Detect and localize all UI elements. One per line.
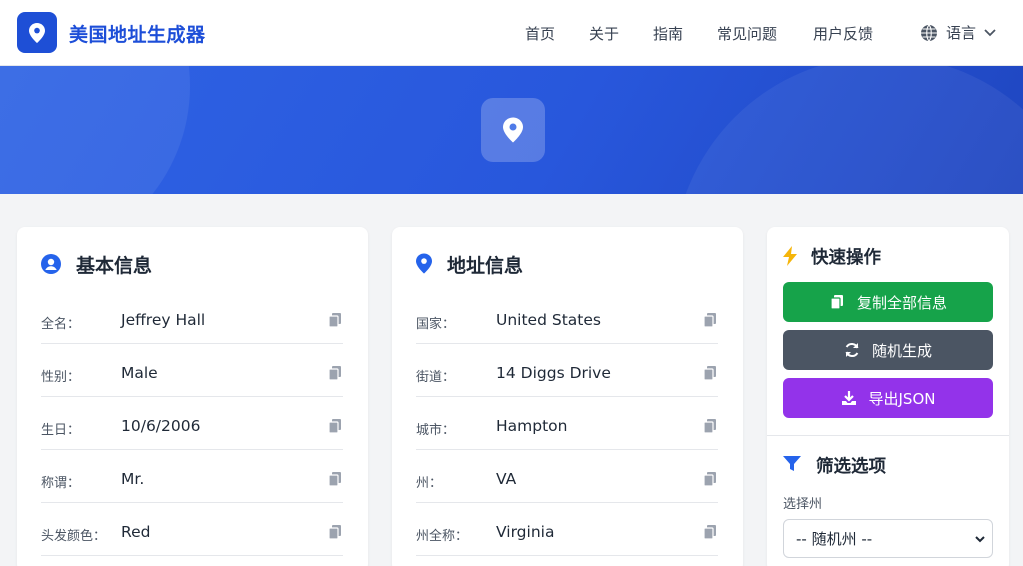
copy-icon[interactable] bbox=[327, 418, 343, 434]
download-icon bbox=[841, 391, 856, 405]
field-value: 14 Diggs Drive bbox=[496, 364, 611, 382]
info-row: 生日： 10/6/2006 bbox=[41, 397, 343, 450]
info-row: 街道： 14 Diggs Drive bbox=[416, 344, 718, 397]
refresh-icon bbox=[845, 342, 859, 358]
field-value: VA bbox=[496, 470, 517, 488]
info-row: 全名： Jeffrey Hall bbox=[41, 291, 343, 344]
copy-icon[interactable] bbox=[327, 524, 343, 540]
field-value: 10/6/2006 bbox=[121, 417, 201, 435]
hero-decoration bbox=[0, 66, 190, 194]
info-row: 头发颜色： Red bbox=[41, 503, 343, 556]
bolt-icon bbox=[783, 246, 797, 266]
state-select-value: -- 随机州 -- bbox=[796, 530, 873, 548]
field-label: 城市： bbox=[416, 423, 456, 438]
nav-feedback[interactable]: 用户反馈 bbox=[813, 23, 873, 44]
hero-decoration bbox=[673, 66, 1023, 194]
field-label: 生日： bbox=[41, 423, 81, 438]
field-label: 性别： bbox=[41, 370, 81, 385]
field-value: Hampton bbox=[496, 417, 568, 435]
filters-title: 筛选选项 bbox=[816, 457, 886, 477]
copy-icon[interactable] bbox=[702, 365, 718, 381]
field-label: 国家： bbox=[416, 317, 456, 332]
copy-icon[interactable] bbox=[702, 418, 718, 434]
copy-icon[interactable] bbox=[327, 312, 343, 328]
field-value: Mr. bbox=[121, 470, 145, 488]
export-json-button[interactable]: 导出JSON bbox=[783, 378, 993, 418]
map-pin-icon bbox=[503, 117, 523, 143]
language-selector[interactable]: 语言 bbox=[920, 22, 996, 43]
copy-icon[interactable] bbox=[702, 471, 718, 487]
state-select-label: 选择州 bbox=[783, 497, 823, 512]
language-label: 语言 bbox=[946, 24, 977, 42]
random-generate-label: 随机生成 bbox=[871, 341, 932, 360]
copy-all-button[interactable]: 复制全部信息 bbox=[783, 282, 993, 322]
nav-about[interactable]: 关于 bbox=[589, 23, 619, 44]
field-label: 街道： bbox=[416, 370, 456, 385]
copy-icon[interactable] bbox=[327, 471, 343, 487]
copy-all-label: 复制全部信息 bbox=[856, 293, 947, 312]
random-generate-button[interactable]: 随机生成 bbox=[783, 330, 993, 370]
field-label: 头发颜色： bbox=[41, 529, 107, 544]
nav-faq[interactable]: 常见问题 bbox=[717, 23, 777, 44]
nav-guide[interactable]: 指南 bbox=[653, 23, 683, 44]
map-pin-icon bbox=[29, 22, 45, 43]
filter-icon bbox=[783, 456, 801, 471]
user-circle-icon bbox=[41, 254, 61, 274]
info-row: 州全称： Virginia bbox=[416, 503, 718, 556]
info-row: 城市： Hampton bbox=[416, 397, 718, 450]
copy-icon[interactable] bbox=[702, 312, 718, 328]
top-navbar: 美国地址生成器 首页 关于 指南 常见问题 用户反馈 语言 bbox=[0, 0, 1023, 66]
hero-icon-box bbox=[481, 98, 545, 162]
copy-icon bbox=[830, 295, 843, 310]
nav-home[interactable]: 首页 bbox=[525, 23, 555, 44]
info-row: 国家： United States bbox=[416, 291, 718, 344]
hero-banner bbox=[0, 66, 1023, 194]
field-label: 称谓： bbox=[41, 476, 81, 491]
field-label: 州全称： bbox=[416, 529, 469, 544]
field-value: Virginia bbox=[496, 523, 555, 541]
address-info-title: 地址信息 bbox=[447, 255, 524, 277]
address-info-card: 地址信息 国家： United States 街道： 14 Diggs Driv… bbox=[392, 227, 743, 566]
info-row: 称谓： Mr. bbox=[41, 450, 343, 503]
copy-icon[interactable] bbox=[327, 365, 343, 381]
state-select[interactable]: -- 随机州 -- bbox=[783, 519, 993, 558]
info-row: 性别： Male bbox=[41, 344, 343, 397]
field-value: Male bbox=[121, 364, 158, 382]
field-value: Red bbox=[121, 523, 151, 541]
quick-actions-title: 快速操作 bbox=[811, 248, 881, 268]
logo[interactable] bbox=[17, 12, 57, 53]
copy-icon[interactable] bbox=[702, 524, 718, 540]
export-json-label: 导出JSON bbox=[868, 389, 936, 408]
info-row: 州： VA bbox=[416, 450, 718, 503]
brand-title[interactable]: 美国地址生成器 bbox=[69, 20, 206, 47]
globe-icon bbox=[921, 24, 937, 41]
field-value: Jeffrey Hall bbox=[121, 311, 206, 329]
field-value: United States bbox=[496, 311, 601, 329]
section-divider bbox=[767, 435, 1009, 436]
field-label: 州： bbox=[416, 476, 443, 491]
chevron-down-icon bbox=[984, 28, 996, 36]
chevron-down-icon bbox=[975, 536, 985, 543]
basic-info-card: 基本信息 全名： Jeffrey Hall 性别： Male 生日： 10/6/… bbox=[17, 227, 368, 566]
map-pin-icon bbox=[416, 253, 432, 274]
field-label: 全名： bbox=[41, 317, 81, 332]
basic-info-title: 基本信息 bbox=[76, 255, 153, 277]
